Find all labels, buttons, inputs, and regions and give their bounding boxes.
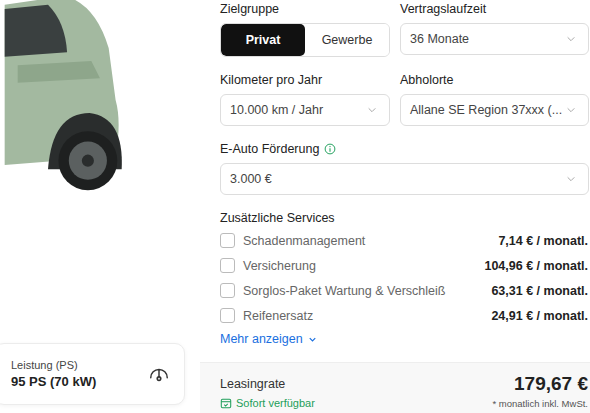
summary-bar: Leasingrate 179,67 € Sofort verfügbar * … — [200, 362, 590, 413]
form-field: Vertragslaufzeit 36 Monate — [400, 0, 589, 57]
service-price: 63,31 € / monatl. — [491, 284, 588, 298]
rate-price: 179,67 € — [514, 373, 588, 395]
availability: Sofort verfügbar — [220, 397, 315, 409]
spec-value: 95 PS (70 kW) — [11, 374, 96, 389]
toggle-option[interactable]: Privat — [221, 24, 305, 56]
checkbox[interactable] — [220, 258, 235, 273]
chevron-down-icon — [367, 105, 377, 115]
chevron-down-icon — [307, 334, 318, 345]
service-row[interactable]: Schadenmanagement 7,14 € / monatl. — [220, 228, 588, 253]
vehicle-panel: Leistung (PS) 95 PS (70 kW) — [0, 0, 200, 413]
select-field[interactable]: 36 Monate — [400, 23, 589, 55]
car-image-icon — [0, 0, 200, 230]
services-section: Zusätzliche Services Schadenmanagement 7… — [220, 209, 588, 350]
select-field[interactable]: Allane SE Region 37xxx (... — [400, 94, 589, 126]
toggle-option[interactable]: Gewerbe — [305, 24, 389, 56]
info-icon[interactable] — [324, 143, 336, 155]
service-price: 104,96 € / monatl. — [484, 259, 588, 273]
select-field[interactable]: 10.000 km / Jahr — [220, 94, 390, 126]
config-panel: Zielgruppe PrivatGewerbeVertragslaufzeit… — [200, 0, 590, 413]
service-price: 7,14 € / monatl. — [498, 234, 588, 248]
chevron-down-icon — [566, 34, 576, 44]
price-note: * monatlich inkl. MwSt. — [492, 398, 588, 409]
service-label: Sorglos-Paket Wartung & Verschleiß — [243, 284, 483, 298]
rate-label: Leasingrate — [220, 377, 285, 391]
service-label: Versicherung — [243, 259, 476, 273]
gauge-icon — [148, 363, 170, 385]
checkbox[interactable] — [220, 233, 235, 248]
form-field: Kilometer pro Jahr 10.000 km / Jahr — [220, 71, 390, 126]
chevron-down-icon — [566, 174, 576, 184]
service-row[interactable]: Reifenersatz 24,91 € / monatl. — [220, 303, 588, 328]
field-label: Kilometer pro Jahr — [220, 71, 390, 88]
field-label: Abholorte — [400, 71, 589, 88]
chevron-down-icon — [566, 105, 576, 115]
leasing-configurator: Leistung (PS) 95 PS (70 kW) Zielgruppe P… — [0, 0, 590, 413]
form-field: Abholorte Allane SE Region 37xxx (... — [400, 71, 589, 126]
services-title: Zusätzliche Services — [220, 209, 588, 226]
calendar-icon — [220, 397, 232, 409]
field-label: Zielgruppe — [220, 0, 390, 17]
checkbox[interactable] — [220, 308, 235, 323]
service-label: Schadenmanagement — [243, 234, 490, 248]
spec-label: Leistung (PS) — [11, 359, 96, 371]
show-more-link[interactable]: Mehr anzeigen — [220, 328, 588, 350]
service-price: 24,91 € / monatl. — [491, 309, 588, 323]
service-row[interactable]: Versicherung 104,96 € / monatl. — [220, 253, 588, 278]
form-field: E-Auto Förderung 3.000 € — [220, 140, 589, 195]
checkbox[interactable] — [220, 283, 235, 298]
service-row[interactable]: Sorglos-Paket Wartung & Verschleiß 63,31… — [220, 278, 588, 303]
select-field[interactable]: 3.000 € — [220, 163, 589, 195]
form-field: Zielgruppe PrivatGewerbe — [220, 0, 390, 57]
field-label: E-Auto Förderung — [220, 140, 589, 157]
field-label: Vertragslaufzeit — [400, 0, 589, 17]
toggle-group: PrivatGewerbe — [220, 23, 390, 57]
service-label: Reifenersatz — [243, 309, 483, 323]
spec-card: Leistung (PS) 95 PS (70 kW) — [0, 343, 185, 405]
